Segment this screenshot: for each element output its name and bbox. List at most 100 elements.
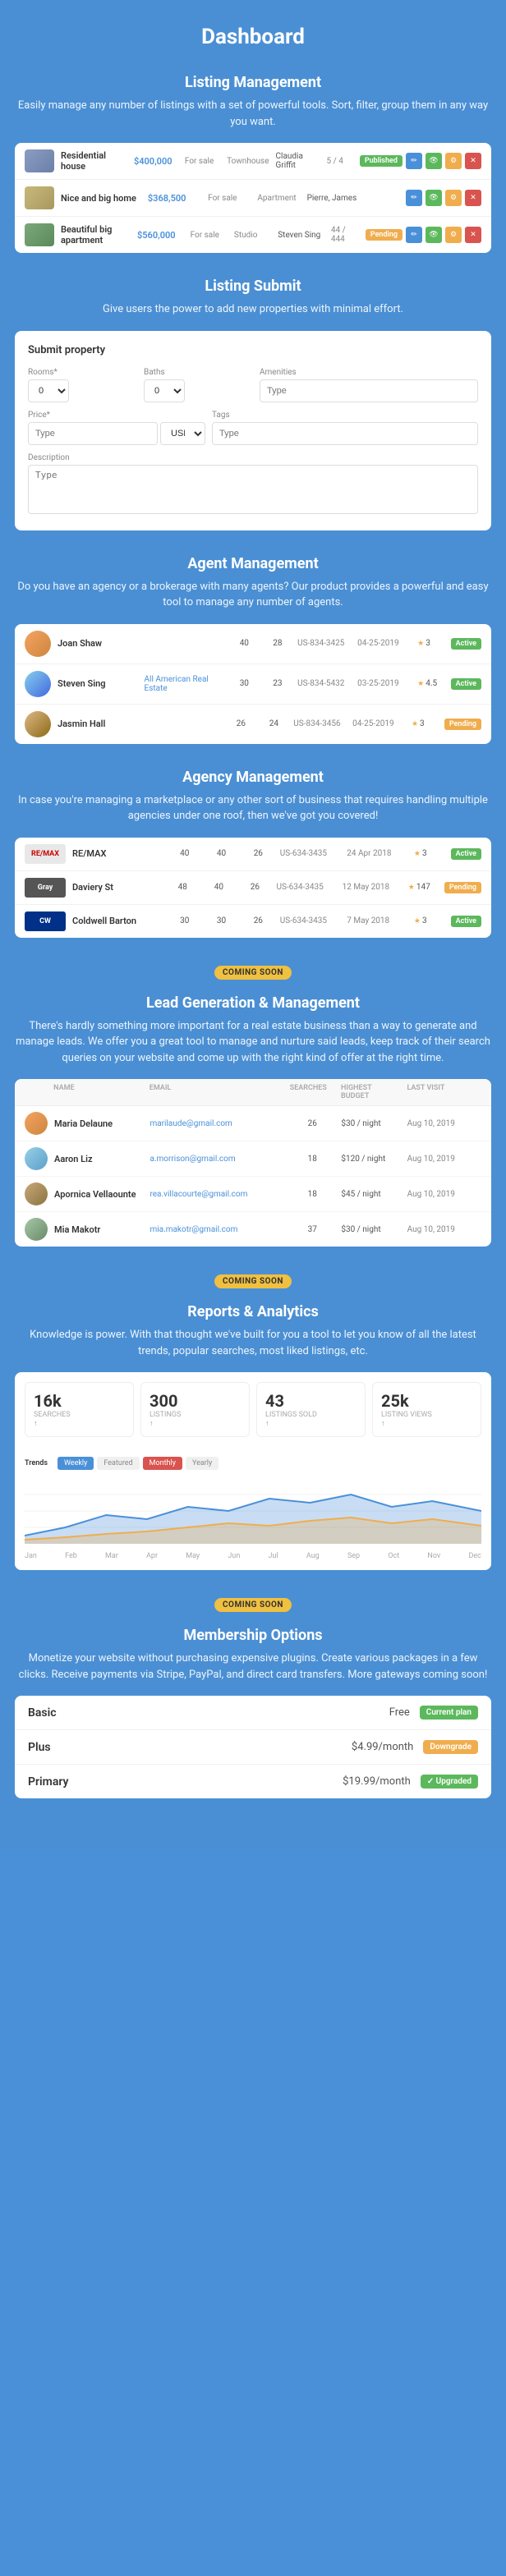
- lead-table-header: Name Email Searches Highest Budget Last …: [15, 1079, 491, 1106]
- chart-x-labels: JanFebMarAprMayJunJulAugSepOctNovDec: [25, 1552, 481, 1560]
- agent-agency-link[interactable]: All American Real Estate: [145, 675, 225, 693]
- listing-submit-title: Listing Submit: [15, 278, 491, 295]
- star-icon: ★: [417, 680, 424, 688]
- agent-active: 23: [264, 679, 292, 688]
- agency-date: 12 May 2018: [343, 883, 402, 892]
- agent-management-section: Agent Management Do you have an agency o…: [15, 555, 491, 744]
- reports-section: COMING SOON Reports & Analytics Knowledg…: [15, 1271, 491, 1570]
- listing-actions: Published ✏ 👁 ⚙ ✕: [360, 153, 481, 169]
- agency-listings: 26: [240, 883, 269, 892]
- page-wrapper: Dashboard Listing Management Easily mana…: [0, 0, 506, 1848]
- listing-badge: Pending: [366, 229, 402, 241]
- listing-agent: Claudia Griffit: [276, 152, 320, 170]
- lead-last-visit: Aug 10, 2019: [407, 1119, 481, 1128]
- stats-row: 16k Searches ↑ 300 Listings ↑ 43 Listing…: [15, 1372, 491, 1447]
- plan-badge[interactable]: Current plan: [420, 1706, 478, 1720]
- agency-management-desc: In case you're managing a marketplace or…: [15, 792, 491, 824]
- chart-tab-featured[interactable]: Featured: [97, 1457, 139, 1470]
- settings-icon[interactable]: ⚙: [445, 153, 462, 169]
- form-row-2: Price* USD ▾ Tags: [28, 411, 478, 445]
- agency-active: 30: [206, 916, 237, 925]
- tags-input[interactable]: [212, 422, 478, 445]
- agency-table: RE/MAX RE/MAX 40 40 26 US-634-3435 24 Ap…: [15, 838, 491, 938]
- baths-group: Baths 0: [144, 368, 253, 402]
- amenities-label: Amenities: [260, 368, 478, 377]
- view-icon[interactable]: 👁: [426, 227, 442, 243]
- settings-icon[interactable]: ⚙: [445, 190, 462, 206]
- delete-icon[interactable]: ✕: [465, 153, 481, 169]
- agency-id: US-634-3435: [276, 883, 335, 892]
- agent-badge: Pending: [444, 719, 481, 730]
- listing-management-title: Listing Management: [15, 74, 491, 91]
- submit-form-title: Submit property: [28, 344, 478, 356]
- chart-tab-weekly[interactable]: Weekly: [58, 1457, 94, 1470]
- baths-select[interactable]: 0: [144, 379, 185, 402]
- plan-name: Plus: [28, 1741, 221, 1754]
- agency-date: 24 Apr 2018: [347, 849, 407, 858]
- agency-badge: Pending: [444, 882, 481, 893]
- tags-group: Tags: [212, 411, 478, 445]
- agency-id: US-634-3435: [280, 916, 341, 925]
- settings-icon[interactable]: ⚙: [445, 227, 462, 243]
- agent-listings: 26: [228, 719, 254, 728]
- agent-table: Joan Shaw 40 28 US-834-3425 04-25-2019 ★…: [15, 624, 491, 744]
- plan-price: $19.99/month: [219, 1775, 411, 1788]
- listing-submit-desc: Give users the power to add new properti…: [15, 301, 491, 318]
- agency-rating: ★3: [414, 916, 444, 925]
- trends-chart: [25, 1478, 481, 1544]
- lead-avatar: [25, 1147, 48, 1170]
- reports-desc: Knowledge is power. With that thought we…: [15, 1327, 491, 1359]
- agency-logo: Gray: [25, 878, 66, 898]
- listing-management-desc: Easily manage any number of listings wit…: [15, 98, 491, 130]
- agent-rating: ★3: [417, 639, 444, 648]
- agent-row: Jasmin Hall 26 24 US-834-3456 04-25-2019…: [15, 705, 491, 744]
- agency-date: 7 May 2018: [347, 916, 407, 925]
- lead-generation-desc: There's hardly something more important …: [15, 1018, 491, 1067]
- listing-name: Residential house: [61, 150, 127, 172]
- agency-rating: ★147: [408, 883, 438, 892]
- star-icon: ★: [408, 884, 415, 892]
- delete-icon[interactable]: ✕: [465, 227, 481, 243]
- edit-icon[interactable]: ✏: [406, 153, 422, 169]
- amenities-input[interactable]: [260, 379, 478, 402]
- plan-badge[interactable]: ✓ Upgraded: [421, 1775, 478, 1789]
- view-icon[interactable]: 👁: [426, 153, 442, 169]
- listing-price: $368,500: [148, 193, 201, 204]
- lead-searches: 18: [290, 1190, 334, 1199]
- lead-row: Apornica Vellaounte rea.villacourte@gmai…: [15, 1177, 491, 1212]
- listing-nums: 5 / 4: [326, 157, 352, 166]
- price-unit-select[interactable]: USD ▾: [160, 422, 205, 445]
- trends-label: Trends: [25, 1459, 48, 1467]
- lead-header-budget: Highest Budget: [341, 1084, 400, 1100]
- edit-icon[interactable]: ✏: [406, 190, 422, 206]
- price-input[interactable]: [28, 422, 158, 445]
- agency-agents: 40: [169, 849, 200, 858]
- agency-badge: Active: [451, 848, 481, 860]
- delete-icon[interactable]: ✕: [465, 190, 481, 206]
- plan-badge[interactable]: Downgrade: [423, 1740, 478, 1754]
- description-group: Description: [28, 453, 478, 517]
- listing-thumbnail: [25, 223, 54, 246]
- lead-header-name: Name: [53, 1084, 143, 1100]
- view-icon[interactable]: 👁: [426, 190, 442, 206]
- agency-agents: 30: [169, 916, 200, 925]
- listing-submit-section: Listing Submit Give users the power to a…: [15, 278, 491, 530]
- plan-price: Free: [218, 1706, 409, 1719]
- chart-tab-yearly[interactable]: Yearly: [186, 1457, 218, 1470]
- stat-listings: 300 Listings ↑: [140, 1382, 250, 1437]
- lead-row: Aaron Liz a.morrison@gmail.com 18 $120 /…: [15, 1141, 491, 1177]
- listing-management-card: Residential house $400,000 For sale Town…: [15, 143, 491, 253]
- listing-actions: Pending ✏ 👁 ⚙ ✕: [366, 227, 481, 243]
- stat-sold-change: ↑: [265, 1419, 356, 1428]
- listing-price: $560,000: [137, 230, 184, 241]
- chart-tab-monthly[interactable]: Monthly: [143, 1457, 182, 1470]
- chart-tabs: Trends Weekly Featured Monthly Yearly: [25, 1457, 481, 1470]
- listing-status: For sale: [208, 194, 251, 203]
- agent-avatar: [25, 711, 51, 737]
- description-input[interactable]: [28, 465, 478, 514]
- rooms-select[interactable]: 0: [28, 379, 69, 402]
- edit-icon[interactable]: ✏: [406, 227, 422, 243]
- lead-budget: $30 / night: [341, 1225, 400, 1234]
- star-icon: ★: [417, 640, 424, 648]
- listing-row: Beautiful big apartment $560,000 For sal…: [15, 217, 491, 253]
